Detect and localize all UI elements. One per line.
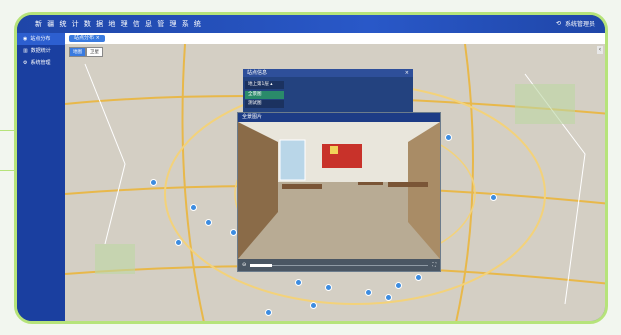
top-bar: 新 疆 统 计 数 据 地 理 信 息 管 理 系 统 ⟲ 系统管理员 <box>17 15 605 33</box>
tab-label: 站点分布 <box>74 35 95 41</box>
map-type-satellite[interactable]: 卫星 <box>86 47 103 57</box>
option-panorama[interactable]: 全景图 <box>245 91 284 99</box>
panorama-header: 全景图片 <box>238 113 440 122</box>
site-marker[interactable] <box>265 309 272 316</box>
sidebar-item-label: 站点分布 <box>30 36 51 42</box>
map-type-toggle[interactable]: 地图 卫星 <box>69 47 103 57</box>
panorama-progress[interactable] <box>250 263 429 267</box>
user-label: 系统管理员 <box>564 21 595 28</box>
site-marker[interactable] <box>415 274 422 281</box>
sidebar-item-site-distribution[interactable]: ◉ 站点分布 <box>17 33 65 45</box>
app-title: 新 疆 统 计 数 据 地 理 信 息 管 理 系 统 <box>35 20 203 28</box>
site-marker[interactable] <box>490 194 497 201</box>
sidebar-item-label: 数据统计 <box>30 48 51 54</box>
site-marker[interactable] <box>190 204 197 211</box>
panorama-image[interactable] <box>238 122 440 259</box>
site-marker[interactable] <box>395 282 402 289</box>
site-info-header: 站点信息 × <box>243 69 413 77</box>
option-label: 全景图 <box>248 92 262 97</box>
site-marker[interactable] <box>365 289 372 296</box>
site-info-title: 站点信息 <box>247 70 268 76</box>
floor-select[interactable]: 地上第1层 ▴ <box>245 81 284 89</box>
option-label: 测试图 <box>248 101 262 106</box>
gear-icon: ⚙ <box>23 60 28 66</box>
app-window: 新 疆 统 计 数 据 地 理 信 息 管 理 系 统 ⟲ 系统管理员 ◉ 站点… <box>14 12 608 324</box>
site-marker[interactable] <box>295 279 302 286</box>
room-panorama <box>238 122 440 259</box>
site-marker[interactable] <box>385 294 392 301</box>
fullscreen-icon[interactable]: ⛶ <box>432 262 436 268</box>
map-type-map[interactable]: 地图 <box>69 47 86 57</box>
user-area[interactable]: ⟲ 系统管理员 <box>556 19 595 28</box>
tab-bar: 站点分布 × <box>65 33 605 44</box>
map-pin-icon: ◉ <box>23 36 28 42</box>
panorama-controls: ⊖ ⛶ <box>238 259 440 271</box>
site-marker[interactable] <box>310 302 317 309</box>
site-marker[interactable] <box>150 179 157 186</box>
user-icon: ⟲ <box>555 20 561 27</box>
panorama-viewer: 全景图片 ⊖ ⛶ <box>237 112 441 272</box>
site-marker[interactable] <box>175 239 182 246</box>
site-marker[interactable] <box>230 229 237 236</box>
chart-icon: ▥ <box>23 48 28 54</box>
tab-site-distribution[interactable]: 站点分布 × <box>69 35 105 42</box>
site-marker[interactable] <box>325 284 332 291</box>
sidebar-item-data-statistics[interactable]: ▥ 数据统计 <box>17 45 65 57</box>
site-marker[interactable] <box>445 134 452 141</box>
option-test[interactable]: 测试图 <box>245 100 284 108</box>
sidebar-item-system-management[interactable]: ⚙ 系统管理 <box>17 57 65 69</box>
floor-select-value: 地上第1层 <box>248 82 269 87</box>
map-view[interactable]: 地图 卫星 ‹ 站点信息 × 地上第1层 ▴ 全景图 测试图 全景图片 ⊖ ⛶ <box>65 44 605 321</box>
site-marker[interactable] <box>205 219 212 226</box>
sidebar-item-label: 系统管理 <box>30 60 51 66</box>
panorama-title: 全景图片 <box>242 114 263 120</box>
gyro-icon[interactable]: ⊖ <box>242 262 246 268</box>
sidebar: ◉ 站点分布 ▥ 数据统计 ⚙ 系统管理 <box>17 33 65 321</box>
collapse-handle[interactable]: ‹ <box>597 46 603 54</box>
close-icon[interactable]: × <box>405 69 409 77</box>
